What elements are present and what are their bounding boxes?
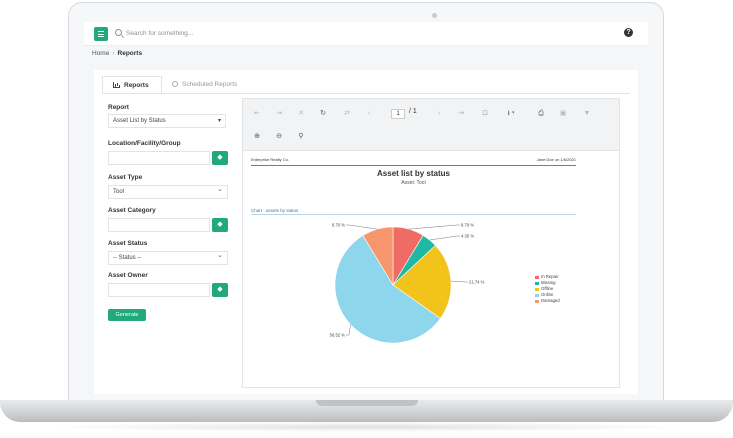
pie-data-label: 56.52 % (330, 333, 346, 338)
asset-owner-input[interactable] (108, 283, 210, 297)
report-select-value: Asset List by Status (113, 118, 166, 124)
pie-leader-line (408, 224, 460, 230)
help-icon[interactable]: ? (624, 28, 633, 37)
legend-label: Offline (541, 286, 554, 291)
pie-data-label: 4.35 % (461, 234, 474, 239)
tab-scheduled-reports[interactable]: Scheduled Reports (166, 76, 256, 94)
tab-scheduled-label: Scheduled Reports (182, 81, 238, 88)
legend-swatch (535, 293, 539, 297)
laptop-notch (316, 400, 418, 406)
app-screen: ? Home›Reports Reports Scheduled Reports… (84, 22, 648, 394)
tab-reports[interactable]: Reports (102, 76, 162, 94)
binoculars-icon: ◆ (217, 154, 223, 161)
search-bar (115, 28, 315, 40)
asset-category-label: Asset Category (108, 207, 156, 214)
legend-item: Damaged (535, 298, 560, 304)
legend-label: Damaged (541, 298, 560, 303)
asset-status-value: -- Status -- (113, 255, 142, 261)
menu-icon-line (98, 33, 104, 35)
laptop-shadow (40, 422, 693, 432)
pie-data-label: 21.74 % (469, 280, 485, 285)
search-icon (115, 29, 122, 36)
generate-button[interactable]: Generate (108, 309, 146, 321)
pie-leader-line (450, 280, 468, 283)
pie-chart: 8.70 % 4.35 % 21.74 % 56.52 % 8.70 % (330, 223, 485, 344)
reports-card: Reports Scheduled Reports Report Asset L… (94, 70, 638, 394)
top-bar: ? (84, 22, 648, 46)
binoculars-icon: ◆ (217, 286, 223, 293)
location-lookup-button[interactable]: ◆ (212, 151, 228, 165)
asset-category-lookup-button[interactable]: ◆ (212, 218, 228, 232)
chart-legend: In Repair Missing Offline Online Damaged (535, 274, 560, 304)
asset-type-value: Tool (113, 189, 125, 195)
binoculars-icon: ◆ (217, 221, 223, 228)
breadcrumb-separator: › (112, 50, 115, 57)
asset-status-label: Asset Status (108, 240, 148, 247)
legend-swatch (535, 275, 539, 279)
pie-leader-line (429, 235, 460, 241)
legend-swatch (535, 287, 539, 291)
asset-owner-lookup-button[interactable]: ◆ (212, 283, 228, 297)
menu-icon-line (98, 36, 104, 37)
location-label: Location/Facility/Group (108, 140, 181, 147)
asset-status-select[interactable]: -- Status -- (108, 250, 228, 265)
breadcrumb-home[interactable]: Home (92, 50, 109, 57)
menu-icon-line (98, 31, 104, 32)
report-viewer: ⇤ ⇥ ✕ ↻ ⇄ ‹ 1 / 1 › ⇥ □ ⭳ ▾ ⎙ ▣ ▼ ⊕ ⊖ ⚲ … (242, 98, 620, 388)
bar-chart-icon (113, 82, 120, 88)
tab-divider (102, 93, 630, 94)
laptop-frame: ? Home›Reports Reports Scheduled Reports… (0, 0, 733, 438)
clock-icon (172, 81, 178, 87)
pie-leader-line (346, 224, 378, 230)
legend-swatch (535, 299, 539, 303)
pie-data-label: 8.70 % (461, 223, 474, 228)
hamburger-menu-button[interactable] (94, 27, 108, 41)
asset-type-select[interactable]: Tool (108, 184, 228, 199)
asset-type-label: Asset Type (108, 174, 143, 181)
legend-label: Online (541, 292, 554, 297)
pie-data-label: 8.70 % (332, 223, 345, 228)
tab-reports-label: Reports (124, 82, 149, 89)
camera-icon (432, 13, 437, 18)
asset-owner-label: Asset Owner (108, 272, 148, 279)
location-input[interactable] (108, 151, 210, 165)
asset-category-input[interactable] (108, 218, 210, 232)
pie-leader-line (346, 324, 351, 336)
breadcrumb: Home › Reports (92, 50, 142, 57)
legend-label: Missing (541, 280, 556, 285)
report-select[interactable]: Asset List by Status (108, 114, 226, 128)
report-label: Report (108, 104, 129, 111)
search-input[interactable] (126, 28, 306, 39)
legend-swatch (535, 281, 539, 285)
breadcrumb-current: Reports (117, 50, 143, 57)
legend-label: In Repair (541, 274, 559, 279)
